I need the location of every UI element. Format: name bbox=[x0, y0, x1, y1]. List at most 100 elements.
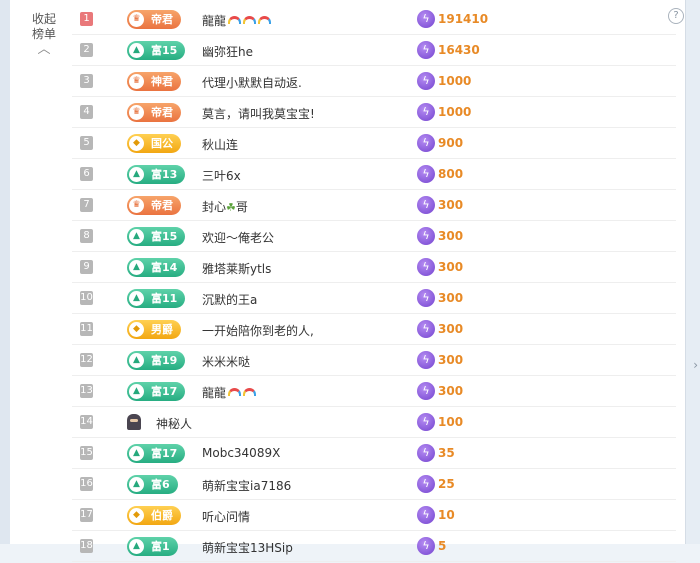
user-name-text: 沉默的王a bbox=[202, 293, 258, 307]
score-value: 300 bbox=[438, 353, 464, 367]
level-badge: ◆ 伯爵 bbox=[127, 506, 181, 525]
ranking-row[interactable]: 12 ▲ 富19 米米米哒 ϟ 300 bbox=[72, 346, 676, 376]
rank-number: 6 bbox=[80, 167, 93, 181]
ranking-row[interactable]: 11 ◆ 男爵 一开始陪你到老的人, ϟ 300 bbox=[72, 315, 676, 345]
ranking-row[interactable]: 14 神秘人 ϟ 100 bbox=[72, 408, 676, 438]
level-badge-label: 帝君 bbox=[151, 199, 173, 212]
user-name-text: 代理小默默自动返. bbox=[202, 76, 302, 90]
ranking-row[interactable]: 15 ▲ 富17 Mobc34089X ϟ 35 bbox=[72, 439, 676, 469]
wealth-icon: ▲ bbox=[129, 291, 144, 306]
rank-number: 7 bbox=[80, 198, 93, 212]
star-icon: ◆ bbox=[129, 136, 144, 151]
level-badge-label: 富11 bbox=[151, 292, 178, 305]
user-name[interactable]: 神秘人 bbox=[156, 415, 192, 432]
lightning-coin-icon: ϟ bbox=[417, 351, 435, 369]
user-name[interactable]: 代理小默默自动返. bbox=[202, 74, 302, 91]
rank-number: 5 bbox=[80, 136, 93, 150]
user-name[interactable]: 萌新宝宝ia7186 bbox=[202, 477, 291, 494]
user-name[interactable]: 莫言，请叫我莫宝宝! bbox=[202, 105, 315, 122]
score-value: 300 bbox=[438, 384, 464, 398]
level-badge-label: 帝君 bbox=[151, 106, 173, 119]
level-badge: ◆ 男爵 bbox=[127, 320, 181, 339]
user-name[interactable]: 雅塔莱斯ytls bbox=[202, 260, 271, 277]
user-name[interactable]: 龍龍 bbox=[202, 384, 257, 401]
rank-number: 9 bbox=[80, 260, 93, 274]
lightning-coin-icon: ϟ bbox=[417, 41, 435, 59]
ranking-row[interactable]: 7 ♛ 帝君 封心☘哥 ϟ 300 bbox=[72, 191, 676, 221]
ranking-row[interactable]: 16 ▲ 富6 萌新宝宝ia7186 ϟ 25 bbox=[72, 470, 676, 500]
user-name[interactable]: Mobc34089X bbox=[202, 446, 280, 460]
rank-number: 12 bbox=[80, 353, 93, 367]
level-badge: ♛ 神君 bbox=[127, 72, 181, 91]
level-badge-label: 国公 bbox=[151, 137, 173, 150]
ranking-row[interactable]: 5 ◆ 国公 秋山连 ϟ 900 bbox=[72, 129, 676, 159]
user-name-text: 莫言，请叫我莫宝宝! bbox=[202, 107, 315, 121]
user-name[interactable]: 龍龍 bbox=[202, 12, 272, 29]
lightning-coin-icon: ϟ bbox=[417, 10, 435, 28]
level-badge: ▲ 富15 bbox=[127, 41, 186, 60]
ranking-row[interactable]: 17 ◆ 伯爵 听心问情 ϟ 10 bbox=[72, 501, 676, 531]
collapse-label-line2: 榜单 bbox=[31, 27, 56, 41]
ranking-row[interactable]: 8 ▲ 富15 欢迎～俺老公 ϟ 300 bbox=[72, 222, 676, 252]
user-name[interactable]: 萌新宝宝13HSip bbox=[202, 539, 293, 556]
lightning-coin-icon: ϟ bbox=[417, 382, 435, 400]
rank-number: 14 bbox=[80, 415, 93, 429]
user-name-text: 幽弥狂he bbox=[202, 45, 253, 59]
rainbow-icon bbox=[228, 388, 242, 396]
score-value: 1000 bbox=[438, 105, 472, 119]
ranking-row[interactable]: 6 ▲ 富13 三叶6x ϟ 800 bbox=[72, 160, 676, 190]
score-value: 900 bbox=[438, 136, 464, 150]
level-badge: ▲ 富13 bbox=[127, 165, 186, 184]
user-name[interactable]: 听心问情 bbox=[202, 508, 250, 525]
user-name-text: 秋山连 bbox=[202, 138, 239, 152]
crown-icon: ♛ bbox=[129, 12, 144, 27]
ranking-row[interactable]: 3 ♛ 神君 代理小默默自动返. ϟ 1000 bbox=[72, 67, 676, 97]
crown-icon: ♛ bbox=[129, 74, 144, 89]
level-badge-label: 富13 bbox=[151, 168, 178, 181]
user-name-text: 欢迎～俺老公 bbox=[202, 231, 275, 245]
level-badge: ♛ 帝君 bbox=[127, 10, 181, 29]
ranking-row[interactable]: 18 ▲ 富1 萌新宝宝13HSip ϟ 5 bbox=[72, 532, 676, 562]
user-name-text: 三叶6x bbox=[202, 169, 241, 183]
level-badge: ▲ 富6 bbox=[127, 475, 178, 494]
ranking-row[interactable]: 1 ♛ 帝君 龍龍 ϟ 191410 bbox=[72, 5, 676, 35]
user-name[interactable]: 米米米哒 bbox=[202, 353, 250, 370]
rank-number: 3 bbox=[80, 74, 93, 88]
ranking-row[interactable]: 10 ▲ 富11 沉默的王a ϟ 300 bbox=[72, 284, 676, 314]
collapse-ranking-button[interactable]: 收起 榜单 ︿ bbox=[28, 12, 60, 57]
ranking-row[interactable]: 13 ▲ 富17 龍龍 ϟ 300 bbox=[72, 377, 676, 407]
chevron-right-icon[interactable]: › bbox=[693, 358, 698, 372]
user-name-text: 米米米哒 bbox=[202, 355, 251, 369]
ranking-row[interactable]: 4 ♛ 帝君 莫言，请叫我莫宝宝! ϟ 1000 bbox=[72, 98, 676, 128]
user-name[interactable]: 封心☘哥 bbox=[202, 198, 248, 215]
user-name-text: 龍龍 bbox=[202, 386, 227, 400]
level-badge: ▲ 富14 bbox=[127, 258, 186, 277]
chevron-up-icon: ︿ bbox=[37, 42, 51, 57]
rank-number: 1 bbox=[80, 12, 93, 26]
lightning-coin-icon: ϟ bbox=[417, 196, 435, 214]
right-edge: › bbox=[685, 0, 700, 544]
level-badge: ♛ 帝君 bbox=[127, 196, 181, 215]
user-name[interactable]: 秋山连 bbox=[202, 136, 238, 153]
rank-number: 10 bbox=[80, 291, 93, 305]
user-name[interactable]: 幽弥狂he bbox=[202, 43, 253, 60]
collapse-label-line1: 收起 bbox=[31, 12, 56, 26]
rank-number: 11 bbox=[80, 322, 93, 336]
user-name[interactable]: 欢迎～俺老公 bbox=[202, 229, 274, 246]
wealth-icon: ▲ bbox=[129, 477, 144, 492]
ranking-list: 1 ♛ 帝君 龍龍 ϟ 191410 2 ▲ 富15 幽弥狂he ϟ 16430 3 ♛ 神君 代理小默默自动… bbox=[72, 5, 676, 563]
ranking-row[interactable]: 2 ▲ 富15 幽弥狂he ϟ 16430 bbox=[72, 36, 676, 66]
lightning-coin-icon: ϟ bbox=[417, 413, 435, 431]
user-name[interactable]: 沉默的王a bbox=[202, 291, 257, 308]
rank-number: 13 bbox=[80, 384, 93, 398]
wealth-icon: ▲ bbox=[129, 260, 144, 275]
user-name-text: 萌新宝宝13HSip bbox=[202, 541, 293, 555]
level-badge-label: 富15 bbox=[151, 44, 178, 57]
ranking-row[interactable]: 9 ▲ 富14 雅塔莱斯ytls ϟ 300 bbox=[72, 253, 676, 283]
user-name[interactable]: 三叶6x bbox=[202, 167, 241, 184]
score-value: 5 bbox=[438, 539, 447, 553]
level-badge-label: 富17 bbox=[151, 447, 178, 460]
user-name[interactable]: 一开始陪你到老的人, bbox=[202, 322, 314, 339]
lightning-coin-icon: ϟ bbox=[417, 475, 435, 493]
level-badge-label: 富17 bbox=[151, 385, 178, 398]
